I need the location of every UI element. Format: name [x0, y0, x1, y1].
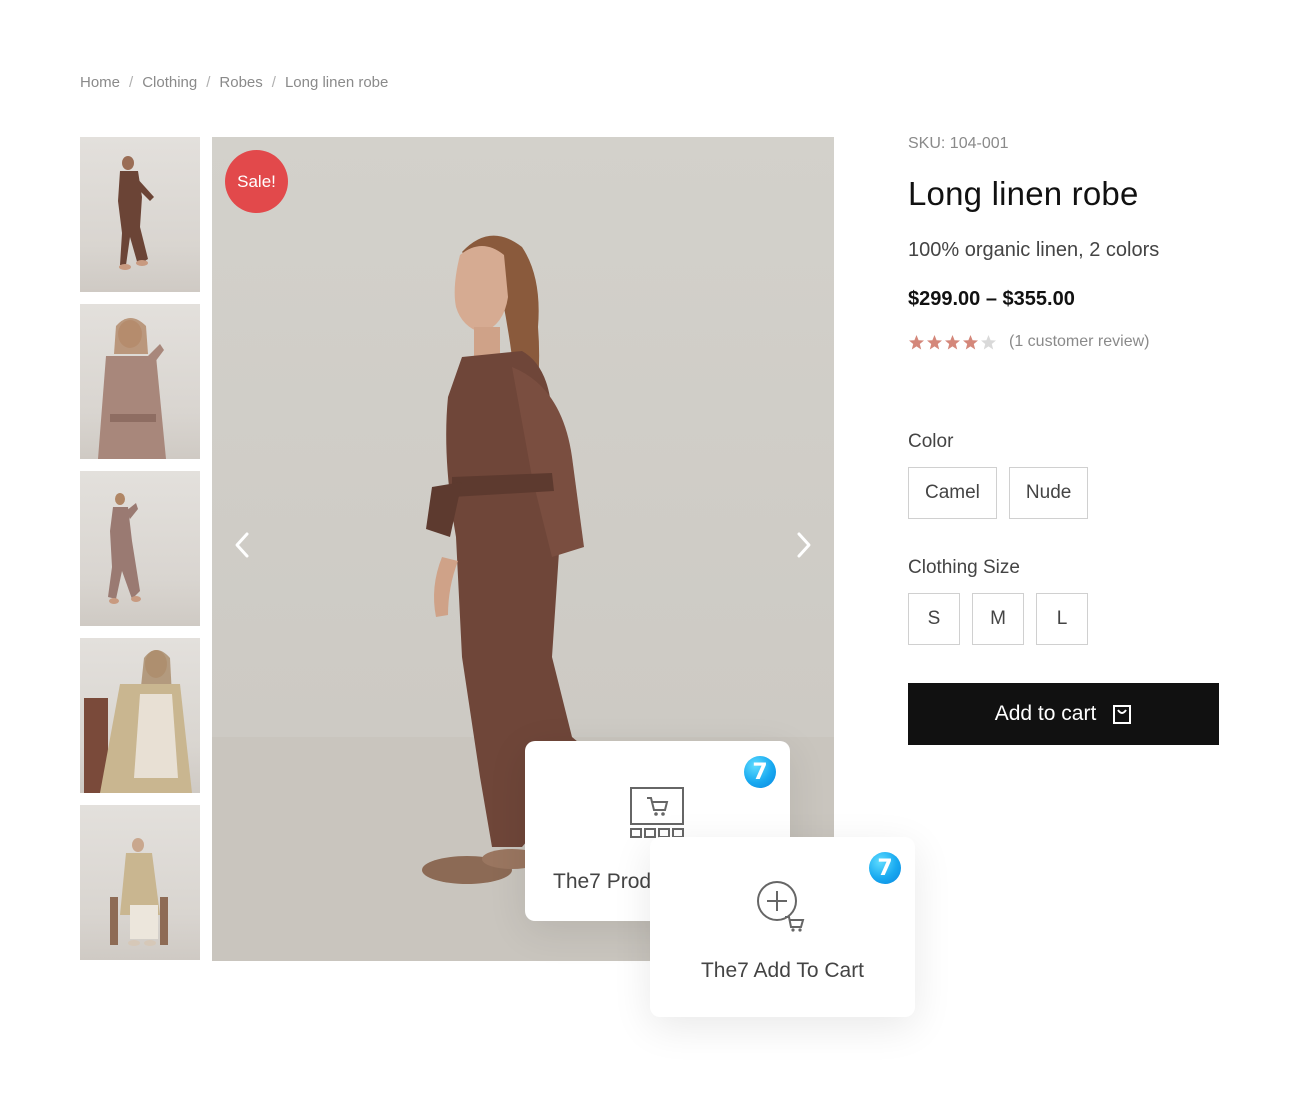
size-option-m[interactable]: M — [972, 593, 1024, 645]
customer-review-link[interactable]: (1 customer review) — [1009, 333, 1149, 351]
product-thumbnail-4[interactable] — [80, 638, 200, 793]
color-option-nude[interactable]: Nude — [1008, 467, 1089, 519]
product-thumbnail-3[interactable] — [80, 471, 200, 626]
product-subtitle: 100% organic linen, 2 colors — [908, 239, 1160, 261]
star-filled-icon — [945, 334, 960, 349]
breadcrumb-separator: / — [271, 74, 276, 91]
breadcrumb: Home / Clothing / Robes / Long linen rob… — [80, 74, 388, 91]
thumbnail-list — [80, 137, 200, 972]
chevron-right-icon — [797, 532, 811, 558]
color-option-camel[interactable]: Camel — [908, 467, 997, 519]
size-option-l[interactable]: L — [1036, 593, 1088, 645]
product-photo-thumbnail-icon — [108, 493, 141, 604]
product-rating: (1 customer review) — [908, 333, 1228, 351]
sale-badge: Sale! — [225, 150, 288, 213]
product-details: SKU: 104-001 Long linen robe 100% organi… — [908, 135, 1228, 745]
star-filled-icon — [927, 334, 942, 349]
add-to-cart-button[interactable]: Add to cart — [908, 683, 1219, 745]
size-label: Clothing Size — [908, 557, 1020, 578]
color-options: Camel Nude — [908, 467, 1228, 519]
product-photo-thumbnail-icon — [118, 156, 154, 270]
product-photo-thumbnail-icon — [84, 650, 192, 793]
add-to-cart-icon — [757, 881, 805, 932]
product-price: $299.00 – $355.00 — [908, 288, 1075, 310]
product-thumbnail-2[interactable] — [80, 304, 200, 459]
previous-image-button[interactable] — [224, 527, 260, 563]
chevron-left-icon — [235, 532, 249, 558]
next-image-button[interactable] — [786, 527, 822, 563]
breadcrumb-home[interactable]: Home — [80, 74, 120, 91]
product-thumbnail-5[interactable] — [80, 805, 200, 960]
star-filled-icon — [963, 334, 978, 349]
size-option-s[interactable]: S — [908, 593, 960, 645]
widget-label: The7 Add To Cart — [700, 959, 865, 982]
breadcrumb-robes[interactable]: Robes — [219, 74, 262, 91]
product-photo-thumbnail-icon — [110, 838, 168, 946]
star-rating — [908, 334, 997, 351]
widget-label: The7 Prod — [553, 870, 652, 893]
breadcrumb-clothing[interactable]: Clothing — [142, 74, 197, 91]
add-to-cart-label: Add to cart — [994, 702, 1097, 725]
product-grid-icon — [630, 787, 684, 838]
the7-badge-icon: 7 — [744, 756, 776, 788]
star-empty-icon — [981, 334, 996, 349]
the7-add-to-cart-widget[interactable]: 7 The7 Add To Cart — [650, 837, 915, 1017]
color-label: Color — [908, 431, 954, 452]
product-title: Long linen robe — [908, 175, 1139, 212]
product-sku: SKU: 104-001 — [908, 135, 1009, 152]
size-options: S M L — [908, 593, 1228, 645]
breadcrumb-current: Long linen robe — [284, 74, 389, 91]
shopping-bag-icon — [1113, 705, 1132, 724]
breadcrumb-separator: / — [129, 74, 134, 91]
breadcrumb-separator: / — [206, 74, 211, 91]
star-filled-icon — [909, 334, 924, 349]
product-photo-thumbnail-icon — [98, 318, 166, 459]
the7-badge-icon: 7 — [869, 852, 901, 884]
product-thumbnail-1[interactable] — [80, 137, 200, 292]
